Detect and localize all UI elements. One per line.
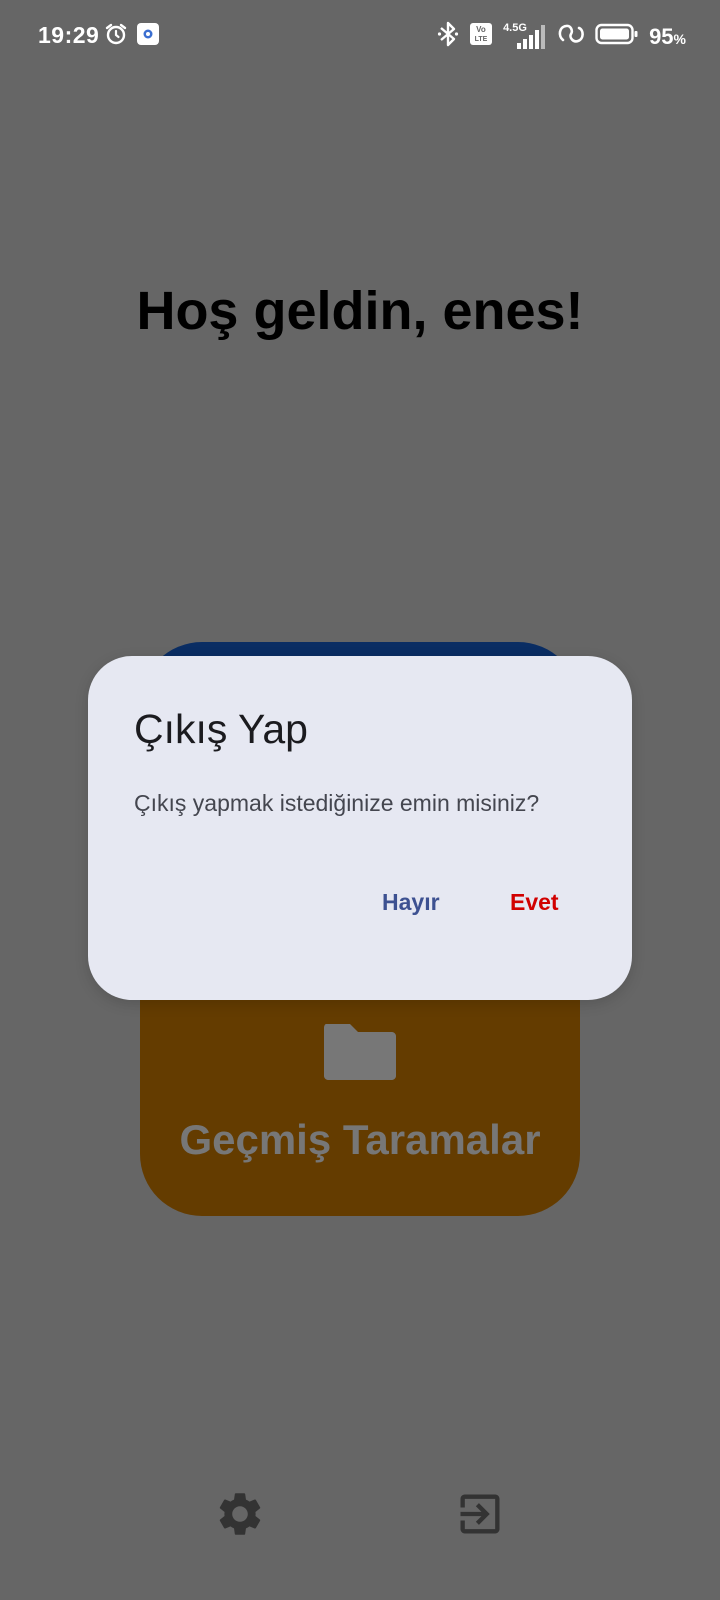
battery-icon	[595, 22, 639, 51]
status-right-icons: Vo LTE 4.5G 95%	[437, 20, 686, 53]
folder-icon	[324, 1024, 396, 1080]
status-bar: 19:29 Vo LTE 4.5G 95%	[0, 0, 720, 74]
app-notification-icon	[136, 22, 160, 51]
gear-icon	[219, 1493, 261, 1535]
greeting-title: Hoş geldin, enes!	[136, 281, 584, 341]
confirm-button[interactable]: Evet	[502, 878, 567, 926]
battery-percent-suffix: %	[673, 30, 686, 47]
status-left-icons	[104, 22, 160, 51]
alarm-icon	[104, 22, 128, 51]
signal-icon: 4.5G	[503, 22, 547, 51]
svg-text:Vo: Vo	[476, 25, 486, 34]
svg-text:LTE: LTE	[475, 36, 488, 43]
home-screen: 19:29 Vo LTE 4.5G 95% Hoş geldin, enes! …	[0, 0, 720, 1600]
logout-dialog: Çıkış Yap Çıkış yapmak istediğinize emin…	[88, 656, 632, 1000]
logout-icon	[460, 1494, 500, 1534]
battery-percent-value: 95	[649, 23, 674, 49]
history-card-label: Geçmiş Taramalar	[179, 1116, 541, 1163]
battery-percent: 95%	[649, 24, 686, 50]
dialog-title: Çıkış Yap	[134, 706, 308, 752]
bluetooth-icon	[437, 20, 459, 53]
logout-button[interactable]	[454, 1488, 506, 1540]
status-time: 19:29	[38, 22, 100, 48]
dialog-message: Çıkış yapmak istediğinize emin misiniz?	[134, 790, 540, 816]
settings-button[interactable]	[214, 1488, 266, 1540]
volte-icon: Vo LTE	[469, 22, 493, 51]
cancel-button[interactable]: Hayır	[374, 878, 448, 926]
hotspot-icon	[557, 22, 585, 51]
